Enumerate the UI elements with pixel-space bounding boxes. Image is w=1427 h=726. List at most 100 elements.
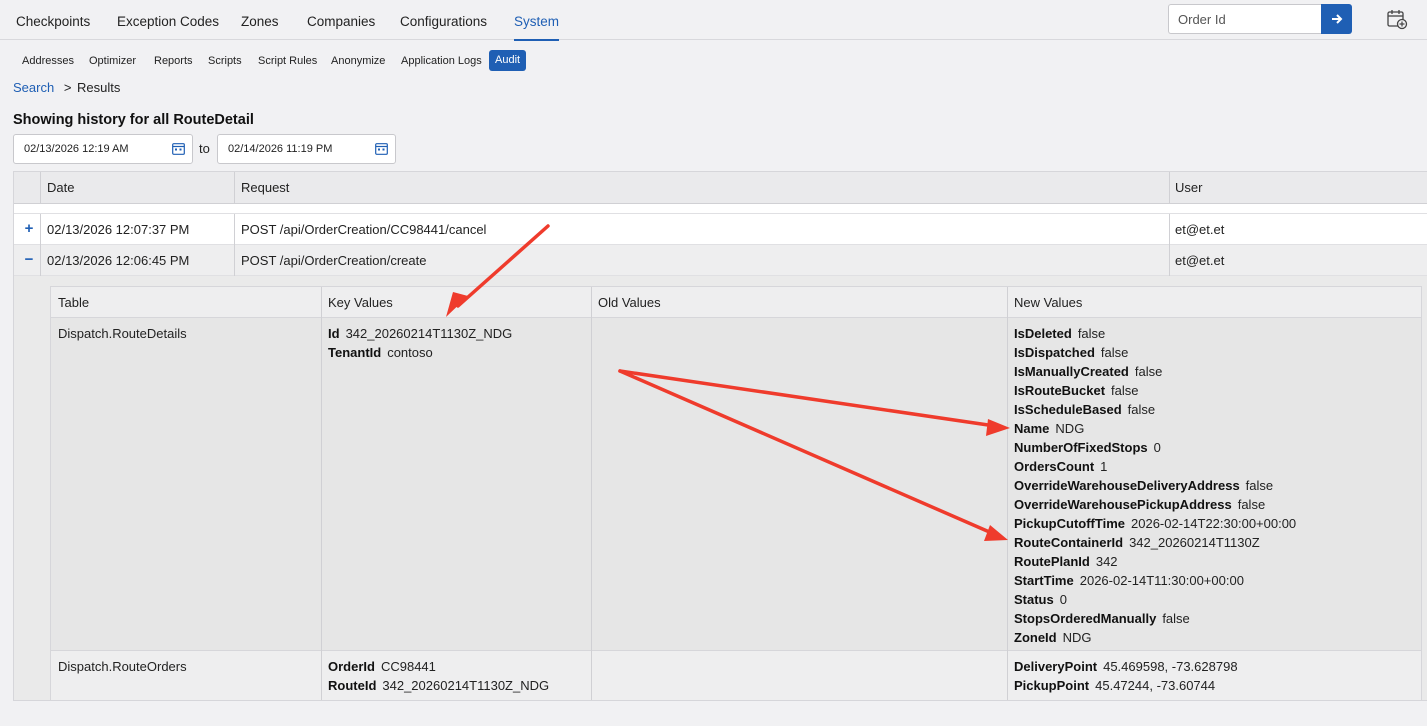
column-divider bbox=[321, 318, 322, 651]
detail-row: Dispatch.RouteOrders OrderId CC98441 Rout… bbox=[50, 651, 1422, 700]
subnav-anonymize[interactable]: Anonymize bbox=[331, 54, 385, 68]
new-value-item: OrdersCount 1 bbox=[1014, 459, 1108, 474]
detail-table: Table Key Values Old Values New Values D… bbox=[50, 286, 1427, 700]
new-value-item: IsScheduleBased false bbox=[1014, 402, 1156, 417]
new-value-item: DeliveryPoint 45.469598, -73.628798 bbox=[1014, 659, 1238, 674]
subnav-application-logs[interactable]: Application Logs bbox=[401, 54, 482, 68]
arrow-right-icon bbox=[1331, 14, 1342, 24]
detail-column-old-values: Old Values bbox=[598, 295, 661, 310]
new-value-item: OverrideWarehousePickupAddress false bbox=[1014, 497, 1266, 512]
top-nav: Checkpoints Exception Codes Zones Compan… bbox=[0, 0, 1427, 41]
column-header-request[interactable]: Request bbox=[241, 180, 289, 195]
column-divider bbox=[40, 172, 41, 204]
detail-column-new-values: New Values bbox=[1014, 295, 1083, 310]
detail-column-key-values: Key Values bbox=[328, 295, 393, 310]
date-range-to-label: to bbox=[199, 141, 210, 156]
new-value-item: StartTime 2026-02-14T11:30:00+00:00 bbox=[1014, 573, 1244, 588]
column-divider bbox=[234, 214, 235, 276]
new-value-item: NumberOfFixedStops 0 bbox=[1014, 440, 1161, 455]
calendar-icon[interactable] bbox=[172, 142, 185, 155]
row-request: POST /api/OrderCreation/CC98441/cancel bbox=[241, 222, 487, 237]
key-values-list: OrderId CC98441 RouteId 342_20260214T1130Z… bbox=[328, 657, 549, 695]
breadcrumb-search-link[interactable]: Search bbox=[13, 80, 54, 95]
new-value-item: RouteContainerId 342_20260214T1130Z bbox=[1014, 535, 1260, 550]
subnav-reports[interactable]: Reports bbox=[154, 54, 193, 68]
date-to-value: 02/14/2026 11:19 PM bbox=[228, 143, 333, 155]
subnav-scripts[interactable]: Scripts bbox=[208, 54, 242, 68]
new-value-item: StopsOrderedManually false bbox=[1014, 611, 1190, 626]
key-value-item: OrderId CC98441 bbox=[328, 659, 436, 674]
new-value-item: PickupPoint 45.47244, -73.60744 bbox=[1014, 678, 1216, 693]
column-divider bbox=[1169, 214, 1170, 276]
new-value-item: ZoneId NDG bbox=[1014, 630, 1092, 645]
new-values-list: IsDeleted false IsDispatched false IsManua… bbox=[1014, 324, 1296, 647]
detail-column-table: Table bbox=[58, 295, 90, 310]
calendar-add-icon[interactable] bbox=[1386, 8, 1408, 30]
order-id-input[interactable] bbox=[1168, 4, 1322, 34]
table-header: Date Request User bbox=[14, 172, 1427, 204]
column-divider bbox=[321, 651, 322, 700]
order-search bbox=[1168, 4, 1352, 34]
breadcrumb: Search > Results bbox=[13, 80, 120, 95]
tab-configurations[interactable]: Configurations bbox=[400, 14, 487, 29]
column-divider bbox=[591, 651, 592, 700]
breadcrumb-current: Results bbox=[77, 80, 121, 95]
order-search-go-button[interactable] bbox=[1321, 4, 1352, 34]
tab-system[interactable]: System bbox=[514, 14, 560, 41]
key-value-item: Id 342_20260214T1130Z_NDG bbox=[328, 326, 513, 341]
subnav-optimizer[interactable]: Optimizer bbox=[89, 54, 136, 68]
subnav-addresses[interactable]: Addresses bbox=[22, 54, 74, 68]
expand-row-button[interactable]: + bbox=[23, 220, 35, 237]
table-row[interactable]: − 02/13/2026 12:06:45 PM POST /api/Order… bbox=[14, 245, 1427, 276]
new-value-item: Name NDG bbox=[1014, 421, 1085, 436]
new-value-item: IsDispatched false bbox=[1014, 345, 1129, 360]
date-from-value: 02/13/2026 12:19 AM bbox=[24, 143, 129, 155]
detail-row: Dispatch.RouteDetails Id 342_20260214T113… bbox=[50, 318, 1422, 651]
row-user: et@et.et bbox=[1175, 222, 1225, 237]
table-row bbox=[14, 204, 1427, 214]
column-divider bbox=[591, 318, 592, 651]
calendar-icon[interactable] bbox=[375, 142, 388, 155]
table-row[interactable]: + 02/13/2026 12:07:37 PM POST /api/Order… bbox=[14, 214, 1427, 245]
tab-zones[interactable]: Zones bbox=[241, 14, 279, 29]
new-value-item: IsDeleted false bbox=[1014, 326, 1106, 341]
tab-checkpoints[interactable]: Checkpoints bbox=[16, 14, 90, 29]
column-divider bbox=[321, 287, 322, 318]
new-value-item: PickupCutoffTime 2026-02-14T22:30:00+00:0… bbox=[1014, 516, 1297, 531]
collapse-row-button[interactable]: − bbox=[23, 251, 35, 268]
column-divider bbox=[1007, 651, 1008, 700]
date-from-field[interactable]: 02/13/2026 12:19 AM bbox=[13, 134, 193, 164]
date-to-field[interactable]: 02/14/2026 11:19 PM bbox=[217, 134, 396, 164]
breadcrumb-separator: > bbox=[63, 80, 72, 95]
row-date: 02/13/2026 12:07:37 PM bbox=[47, 222, 190, 237]
tab-exception-codes[interactable]: Exception Codes bbox=[117, 14, 219, 29]
column-header-user[interactable]: User bbox=[1175, 180, 1202, 195]
row-date: 02/13/2026 12:06:45 PM bbox=[47, 253, 190, 268]
column-header-date[interactable]: Date bbox=[47, 180, 74, 195]
page-title: Showing history for all RouteDetail bbox=[13, 112, 254, 128]
column-divider bbox=[40, 214, 41, 276]
new-value-item: IsRouteBucket false bbox=[1014, 383, 1139, 398]
column-divider bbox=[1169, 172, 1170, 204]
new-value-item: OverrideWarehouseDeliveryAddress false bbox=[1014, 478, 1274, 493]
subnav-audit[interactable]: Audit bbox=[489, 50, 527, 71]
subnav-script-rules[interactable]: Script Rules bbox=[258, 54, 317, 68]
key-values-list: Id 342_20260214T1130Z_NDG TenantId contoso bbox=[328, 324, 512, 362]
detail-table-name: Dispatch.RouteOrders bbox=[58, 659, 187, 674]
row-request: POST /api/OrderCreation/create bbox=[241, 253, 427, 268]
row-user: et@et.et bbox=[1175, 253, 1225, 268]
detail-table-header: Table Key Values Old Values New Values bbox=[50, 286, 1422, 318]
new-value-item: RoutePlanId 342 bbox=[1014, 554, 1118, 569]
key-value-item: RouteId 342_20260214T1130Z_NDG bbox=[328, 678, 550, 693]
audit-table: Date Request User + 02/13/2026 12:07:37 … bbox=[13, 171, 1427, 701]
tab-companies[interactable]: Companies bbox=[307, 14, 375, 29]
key-value-item: TenantId contoso bbox=[328, 345, 433, 360]
column-divider bbox=[591, 287, 592, 318]
new-value-item: Status 0 bbox=[1014, 592, 1067, 607]
column-divider bbox=[1007, 318, 1008, 651]
new-values-list: DeliveryPoint 45.469598, -73.628798 Picku… bbox=[1014, 657, 1238, 695]
new-value-item: IsManuallyCreated false bbox=[1014, 364, 1163, 379]
detail-table-name: Dispatch.RouteDetails bbox=[58, 326, 187, 341]
column-divider bbox=[234, 172, 235, 204]
column-divider bbox=[1007, 287, 1008, 318]
